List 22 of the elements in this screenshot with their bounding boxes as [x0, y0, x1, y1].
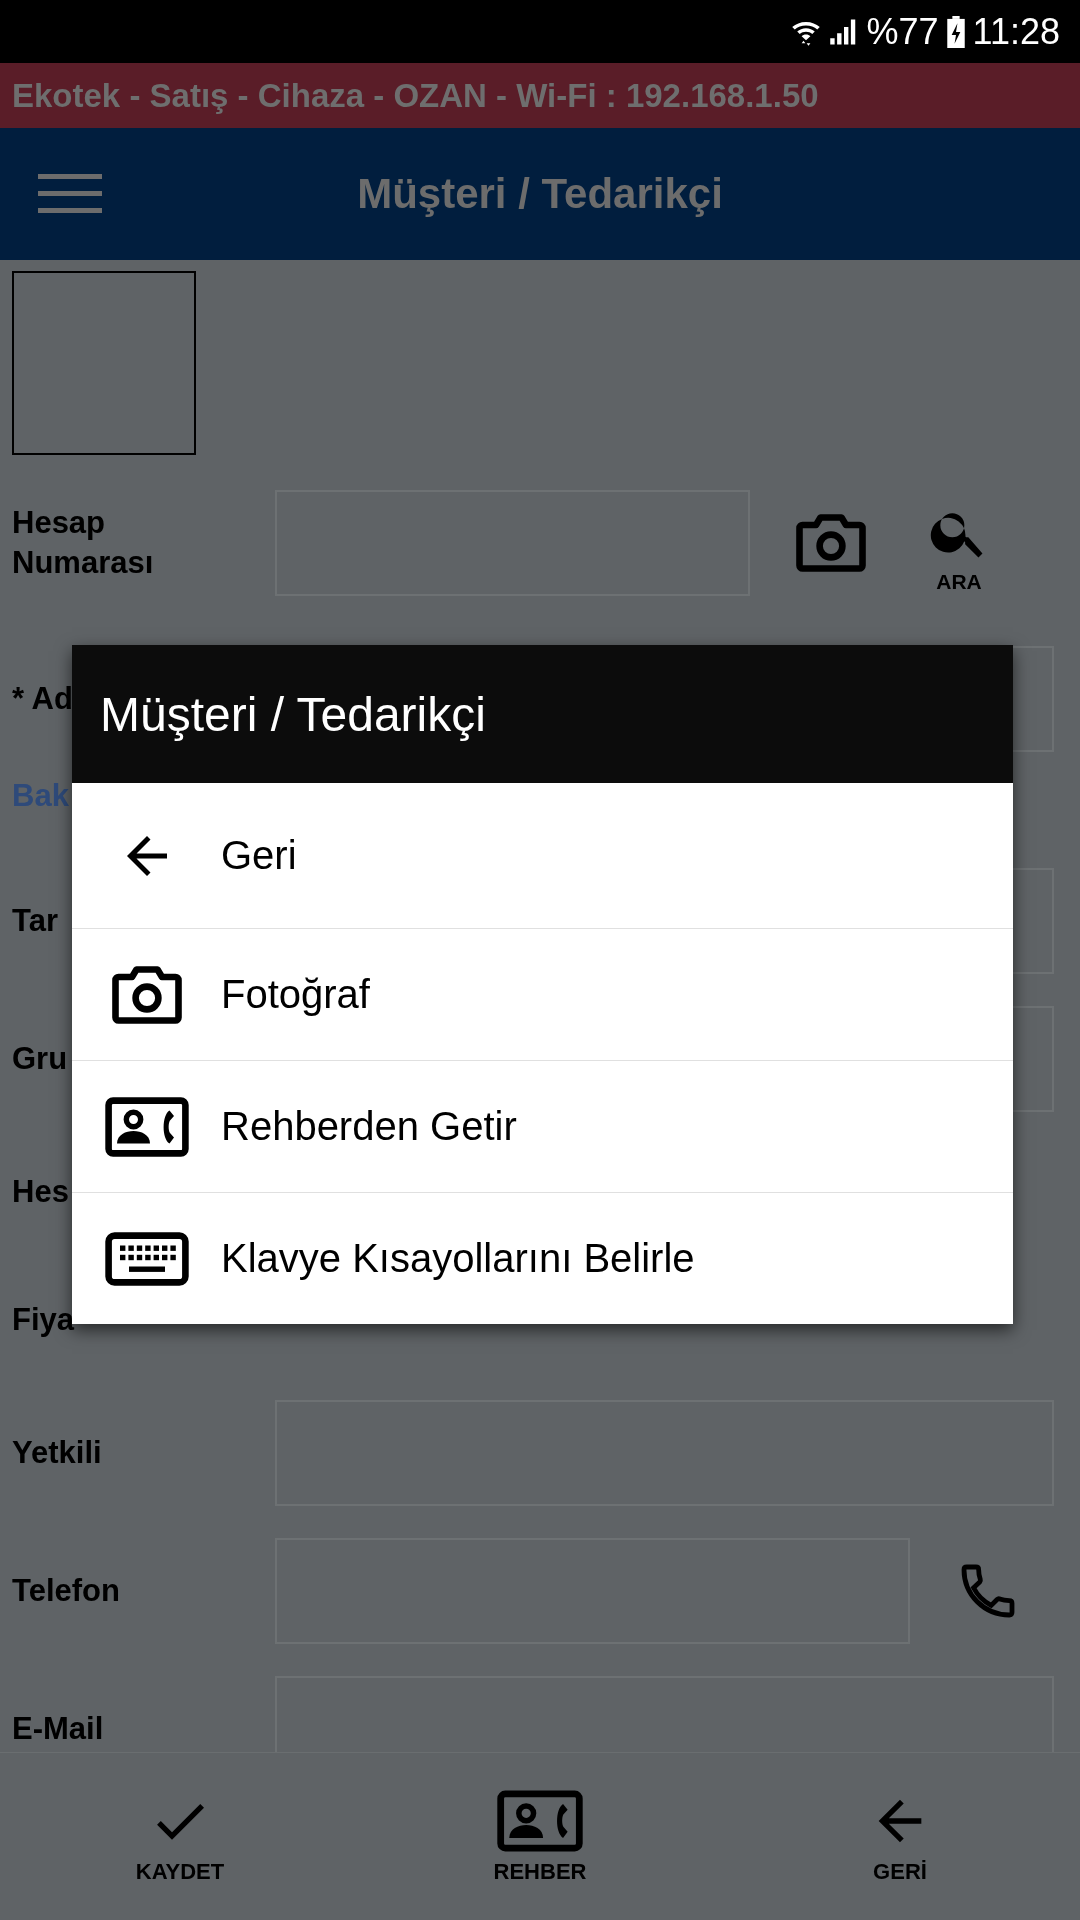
field-label: Hesap Numarası [12, 503, 155, 582]
app-title: Müşteri / Tedarikçi [357, 170, 723, 218]
connection-info: Ekotek - Satış - Cihaza - OZAN - Wi-Fi : 192.168.1.50 [12, 76, 819, 115]
dialog-title: Müşteri / Tedarikçi [100, 686, 486, 742]
battery-charging-icon [946, 15, 965, 48]
field-label: Hes [12, 1172, 70, 1211]
contact-card-icon [497, 1788, 583, 1853]
menu-icon[interactable] [38, 174, 102, 214]
battery-percent: %77 [866, 10, 939, 53]
clock-time: 11:28 [972, 10, 1060, 53]
menu-item[interactable]: Geri [72, 783, 1013, 928]
photo-placeholder[interactable] [12, 271, 196, 455]
camera-icon [795, 513, 867, 573]
contact-card-icon [104, 1096, 189, 1157]
field-label: E-Mail [12, 1709, 105, 1748]
field-label: Tar [12, 901, 59, 940]
menu-item[interactable]: Klavye Kısayollarını Belirle [72, 1192, 1013, 1324]
field-label: Telefon [12, 1571, 121, 1610]
field-label: Gru [12, 1039, 69, 1078]
field-label: Yetkili [12, 1433, 103, 1472]
menu-item[interactable]: Rehberden Getir [72, 1060, 1013, 1192]
menu-item[interactable]: Fotoğraf [72, 928, 1013, 1060]
